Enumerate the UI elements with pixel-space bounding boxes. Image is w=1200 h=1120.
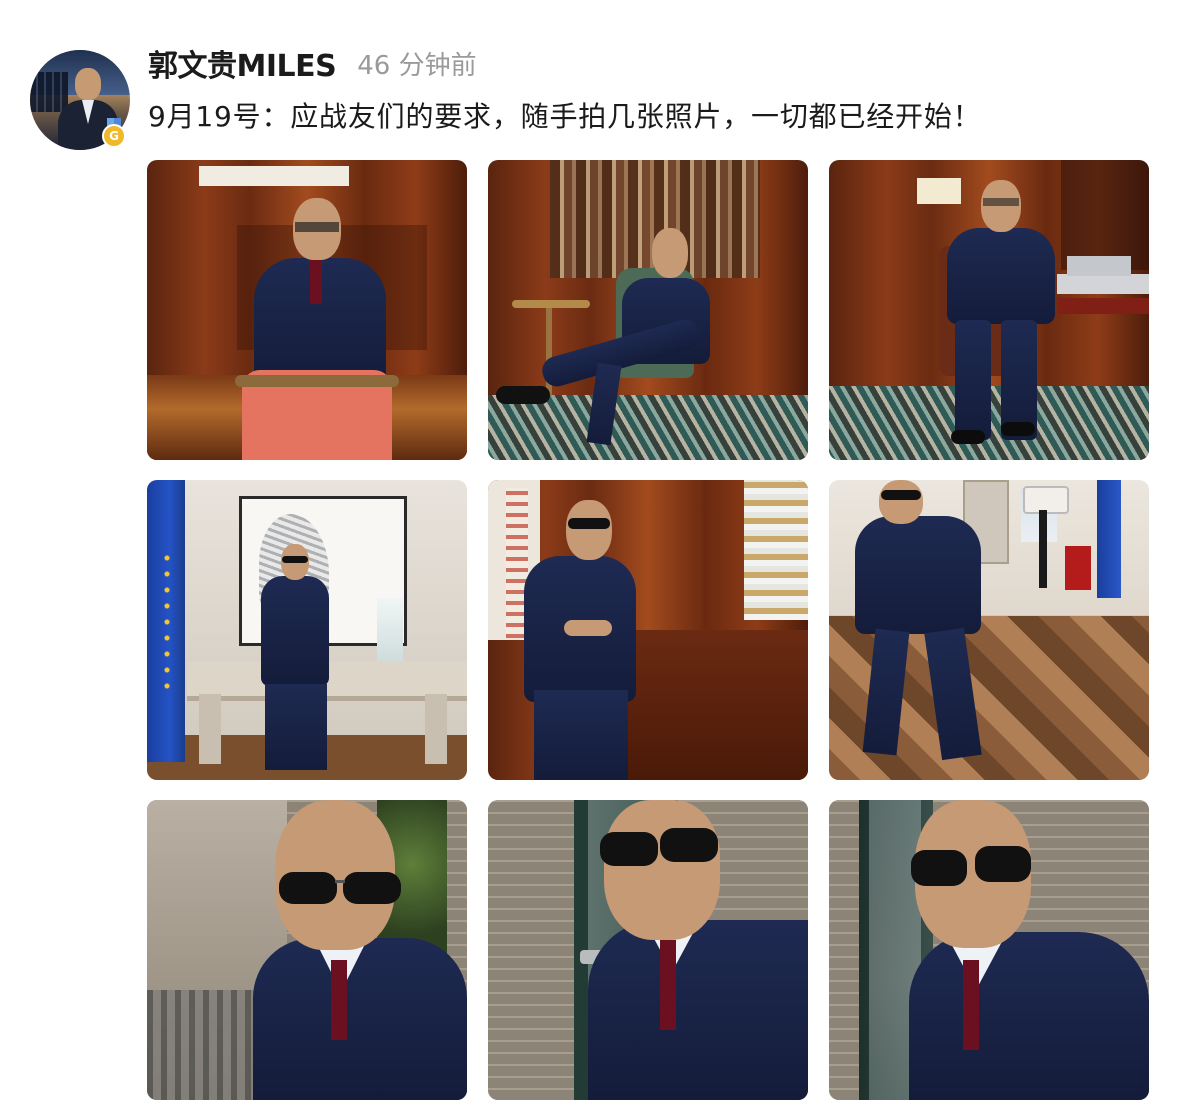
photo-grid [147, 160, 1149, 1100]
post-text: 9月19号：应战友们的要求，随手拍几张照片，一切都已经开始！ [148, 100, 982, 133]
photo-1[interactable] [147, 160, 467, 460]
photo-9[interactable] [829, 800, 1149, 1100]
photo-6[interactable] [829, 480, 1149, 780]
timestamp: 46 分钟前 [357, 50, 477, 81]
username[interactable]: 郭文贵MILES [148, 41, 337, 85]
avatar-head [75, 68, 101, 100]
photo-3[interactable] [829, 160, 1149, 460]
badge-medal: G [102, 124, 126, 148]
photo-2[interactable] [488, 160, 808, 460]
photo-5[interactable] [488, 480, 808, 780]
verified-badge-icon: G [101, 118, 127, 148]
post-header: 郭文贵MILES 46 分钟前 [148, 40, 477, 86]
avatar-city [30, 72, 68, 112]
photo-7[interactable] [147, 800, 467, 1100]
photo-4[interactable] [147, 480, 467, 780]
photo-8[interactable] [488, 800, 808, 1100]
